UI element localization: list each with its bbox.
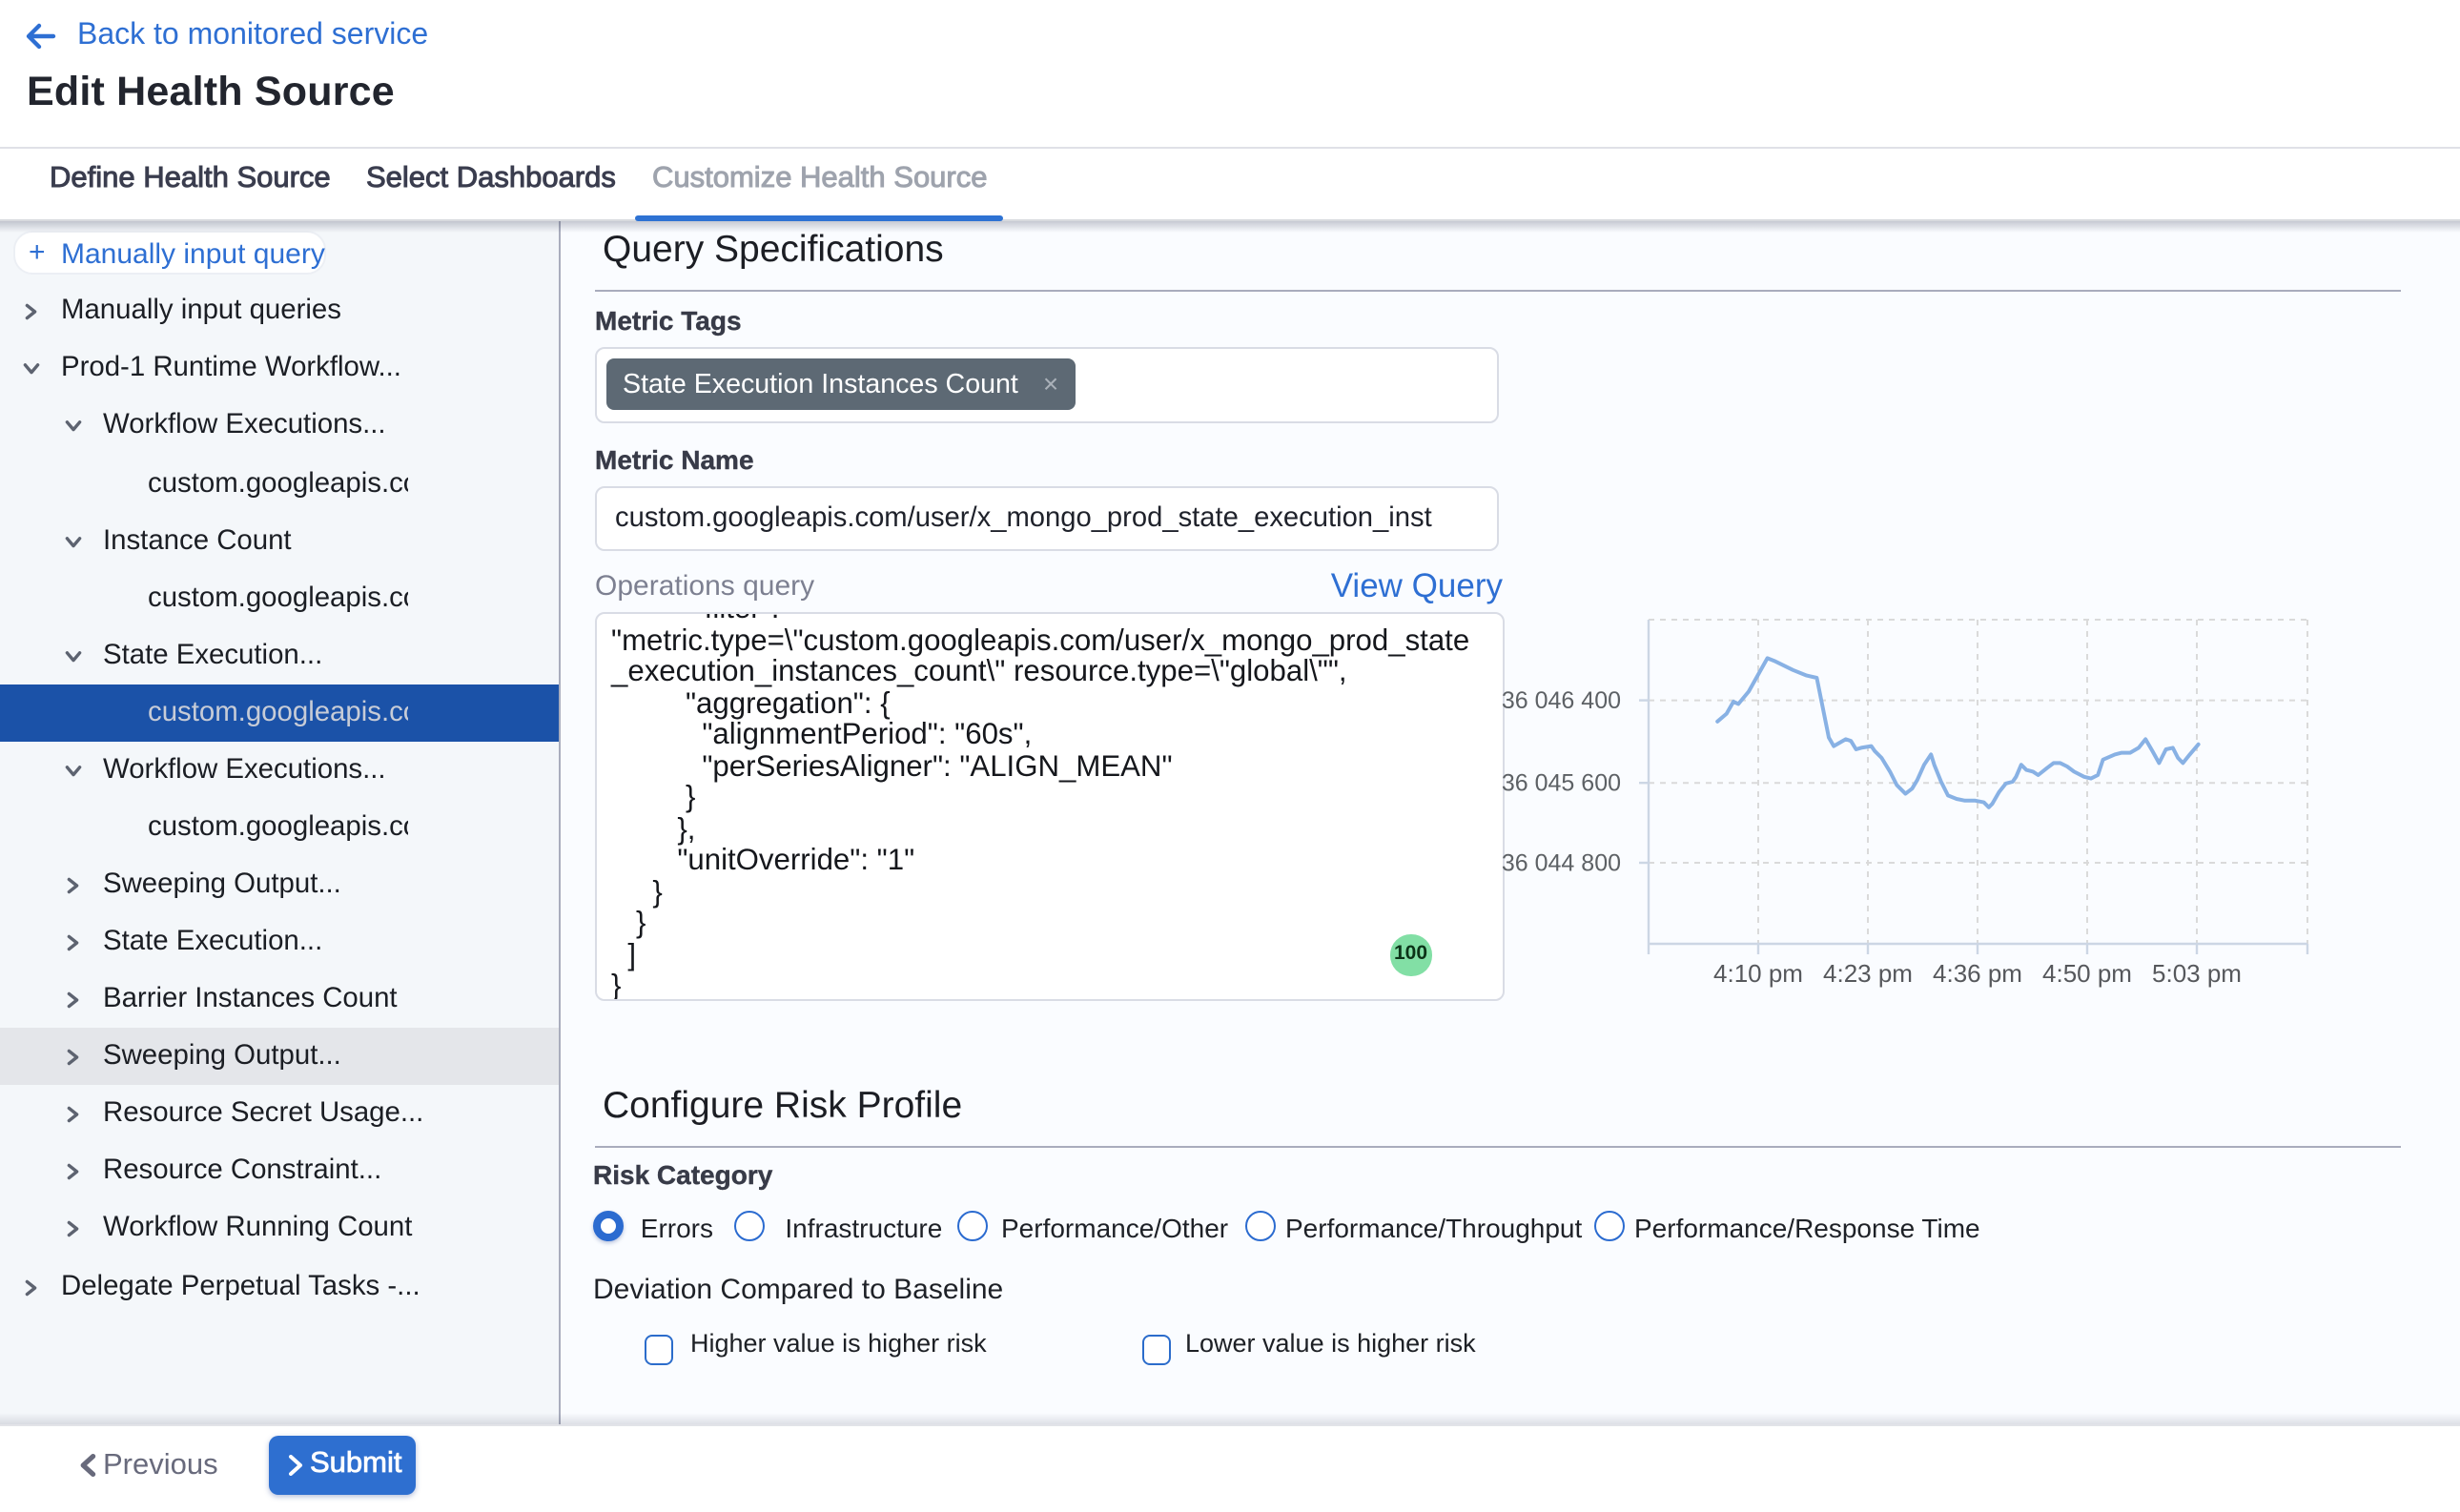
svg-text:36 045 600: 36 045 600	[1502, 770, 1621, 797]
svg-text:4:10 pm: 4:10 pm	[1713, 959, 1803, 988]
svg-text:36 046 400: 36 046 400	[1502, 687, 1621, 714]
svg-text:4:23 pm: 4:23 pm	[1823, 959, 1913, 988]
svg-text:4:36 pm: 4:36 pm	[1933, 959, 2022, 988]
svg-text:5:03 pm: 5:03 pm	[2152, 959, 2242, 988]
svg-text:36 044 800: 36 044 800	[1502, 849, 1621, 876]
svg-text:4:50 pm: 4:50 pm	[2042, 959, 2132, 988]
